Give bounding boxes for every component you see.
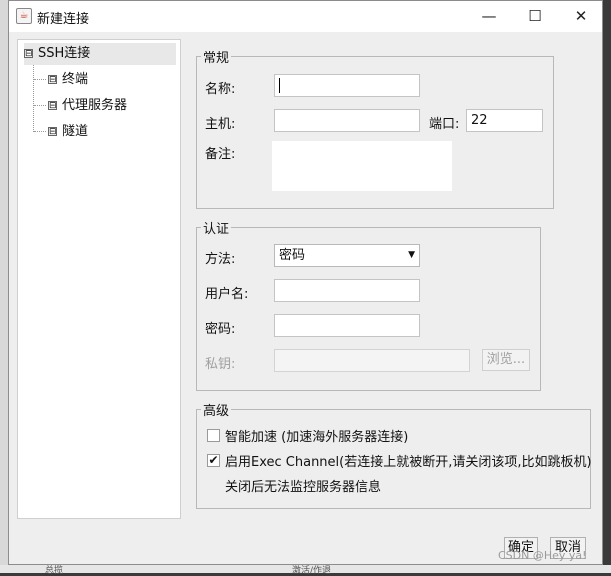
note-textarea[interactable] xyxy=(272,141,452,191)
tree-item-ssh[interactable]: ⊟ SSH连接 xyxy=(24,43,176,65)
host-input[interactable] xyxy=(274,109,420,132)
java-cup-icon: ☕ xyxy=(16,8,32,24)
username-input[interactable] xyxy=(274,279,420,302)
exec-channel-note: 关闭后无法监控服务器信息 xyxy=(225,480,382,495)
browse-button[interactable]: 浏览... xyxy=(482,349,530,371)
tree-item-label: 隧道 xyxy=(62,124,89,139)
tree-item-tunnel[interactable]: ⊟ 隧道 xyxy=(34,121,88,143)
tree-item-label: SSH连接 xyxy=(38,46,91,61)
tree-item-label: 终端 xyxy=(62,72,89,87)
maximize-button[interactable]: ☐ xyxy=(512,1,558,32)
tree-item-label: 代理服务器 xyxy=(62,98,128,113)
private-key-label: 私钥: xyxy=(205,357,236,372)
auth-legend: 认证 xyxy=(203,222,230,237)
port-label: 端口: xyxy=(429,117,460,132)
window-title: 新建连接 xyxy=(37,12,90,27)
exec-channel-checkbox[interactable]: ✔ xyxy=(207,454,220,467)
title-bar[interactable]: ☕ 新建连接 — ☐ ✕ xyxy=(9,1,602,32)
text-caret xyxy=(279,78,280,93)
tree-item-terminal[interactable]: ⊟ 终端 xyxy=(34,69,88,91)
password-input[interactable] xyxy=(274,314,420,337)
method-select[interactable]: 密码 ▼ xyxy=(274,244,420,267)
password-label: 密码: xyxy=(205,322,236,337)
username-label: 用户名: xyxy=(205,287,249,302)
collapse-icon[interactable]: ⊟ xyxy=(24,49,33,59)
dropdown-arrow-icon: ▼ xyxy=(408,250,415,260)
minimize-button[interactable]: — xyxy=(466,1,512,32)
collapse-icon[interactable]: ⊟ xyxy=(48,101,57,111)
new-connection-dialog: ☕ 新建连接 — ☐ ✕ ⊟ SSH连接 ⊟ 终端 ⊟ 代理服务器 ⊟ 隧道 常规 名称… xyxy=(8,0,603,565)
note-label: 备注: xyxy=(205,147,236,162)
smart-accel-label[interactable]: 智能加速 (加速海外服务器连接) xyxy=(225,426,408,445)
method-selected-value: 密码 xyxy=(279,248,306,263)
tree-item-proxy[interactable]: ⊟ 代理服务器 xyxy=(34,95,127,117)
method-label: 方法: xyxy=(205,252,236,267)
close-button[interactable]: ✕ xyxy=(558,1,604,32)
settings-tree: ⊟ SSH连接 ⊟ 终端 ⊟ 代理服务器 ⊟ 隧道 xyxy=(17,39,181,519)
exec-channel-label[interactable]: 启用Exec Channel(若连接上就被断开,请关闭该项,比如跳板机) xyxy=(225,451,592,470)
general-legend: 常规 xyxy=(203,51,230,66)
advanced-legend: 高级 xyxy=(203,404,230,419)
name-input[interactable] xyxy=(274,74,420,97)
watermark-text: CSDN @Hey ya! xyxy=(498,549,587,562)
host-label: 主机: xyxy=(205,117,236,132)
checkmark-icon: ✔ xyxy=(208,453,219,467)
collapse-icon[interactable]: ⊟ xyxy=(48,75,57,85)
background-window-edge xyxy=(0,0,8,565)
background-status-strip: 总揽 激活/作退 xyxy=(0,565,611,576)
collapse-icon[interactable]: ⊟ xyxy=(48,127,57,137)
name-label: 名称: xyxy=(205,82,236,97)
smart-accel-checkbox[interactable] xyxy=(207,429,220,442)
private-key-input[interactable] xyxy=(274,349,470,372)
port-input[interactable]: 22 xyxy=(466,109,543,132)
